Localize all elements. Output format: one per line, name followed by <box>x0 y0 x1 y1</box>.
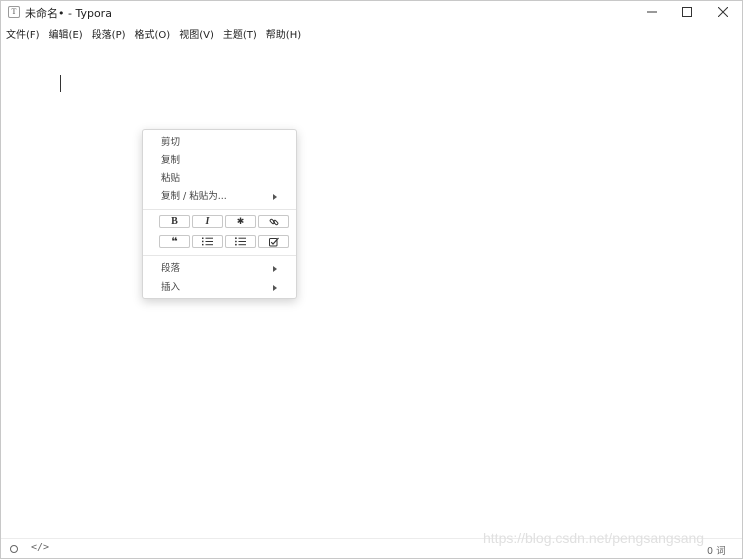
menu-file[interactable]: 文件(F) <box>1 24 44 42</box>
context-cut[interactable]: 剪切 <box>143 134 296 151</box>
context-insert-label: 插入 <box>161 282 181 293</box>
close-button[interactable] <box>705 1 741 23</box>
maximize-icon <box>682 7 692 17</box>
submenu-arrow-icon <box>273 194 277 200</box>
minimize-icon <box>647 11 657 13</box>
context-divider <box>143 255 296 256</box>
submenu-arrow-icon <box>273 266 277 272</box>
editor-area[interactable] <box>1 43 742 537</box>
text-caret <box>60 75 61 92</box>
unordered-list-icon <box>235 237 246 246</box>
context-paragraph-label: 段落 <box>161 263 181 274</box>
menu-theme[interactable]: 主题(T) <box>218 24 261 42</box>
menu-bar: 文件(F) 编辑(E) 段落(P) 格式(O) 视图(V) 主题(T) 帮助(H… <box>1 24 305 42</box>
bold-button[interactable]: B <box>159 215 190 228</box>
task-list-button[interactable] <box>258 235 289 248</box>
window-title: 未命名• - Typora <box>25 7 112 20</box>
context-copy-paste-as[interactable]: 复制 / 粘贴为... <box>143 188 296 205</box>
code-button[interactable]: ✱ <box>225 215 256 228</box>
circle-icon[interactable] <box>10 545 18 553</box>
context-paragraph[interactable]: 段落 <box>143 260 296 277</box>
source-code-mode-button[interactable]: </> <box>31 542 49 553</box>
title-bar: T 未命名• - Typora <box>1 1 742 23</box>
context-copy[interactable]: 复制 <box>143 152 296 169</box>
context-menu: 剪切 复制 粘贴 复制 / 粘贴为... B I ✱ ❝ 段落 插入 <box>142 129 297 299</box>
menu-help[interactable]: 帮助(H) <box>261 24 305 42</box>
context-paste[interactable]: 粘贴 <box>143 170 296 187</box>
word-count[interactable]: 0 词 <box>707 543 726 557</box>
link-icon <box>269 218 278 225</box>
typora-logo-icon: T <box>8 6 20 18</box>
task-list-icon <box>268 237 279 246</box>
menu-paragraph[interactable]: 段落(P) <box>87 24 130 42</box>
quote-button[interactable]: ❝ <box>159 235 190 248</box>
menu-view[interactable]: 视图(V) <box>174 24 218 42</box>
context-divider <box>143 209 296 210</box>
typora-window: T 未命名• - Typora 文件(F) 编辑(E) 段落(P) 格式(O) … <box>0 0 743 559</box>
maximize-button[interactable] <box>669 1 705 23</box>
watermark: https://blog.csdn.net/pengsangsang <box>483 530 705 546</box>
unordered-list-button[interactable] <box>225 235 256 248</box>
ordered-list-button[interactable] <box>192 235 223 248</box>
submenu-arrow-icon <box>273 285 277 291</box>
context-copy-paste-as-label: 复制 / 粘贴为... <box>161 191 227 202</box>
close-icon <box>718 7 728 17</box>
italic-button[interactable]: I <box>192 215 223 228</box>
menu-format[interactable]: 格式(O) <box>130 24 175 42</box>
menu-edit[interactable]: 编辑(E) <box>44 24 87 42</box>
minimize-button[interactable] <box>634 1 670 23</box>
ordered-list-icon <box>202 237 213 246</box>
link-button[interactable] <box>258 215 289 228</box>
context-insert[interactable]: 插入 <box>143 279 296 296</box>
